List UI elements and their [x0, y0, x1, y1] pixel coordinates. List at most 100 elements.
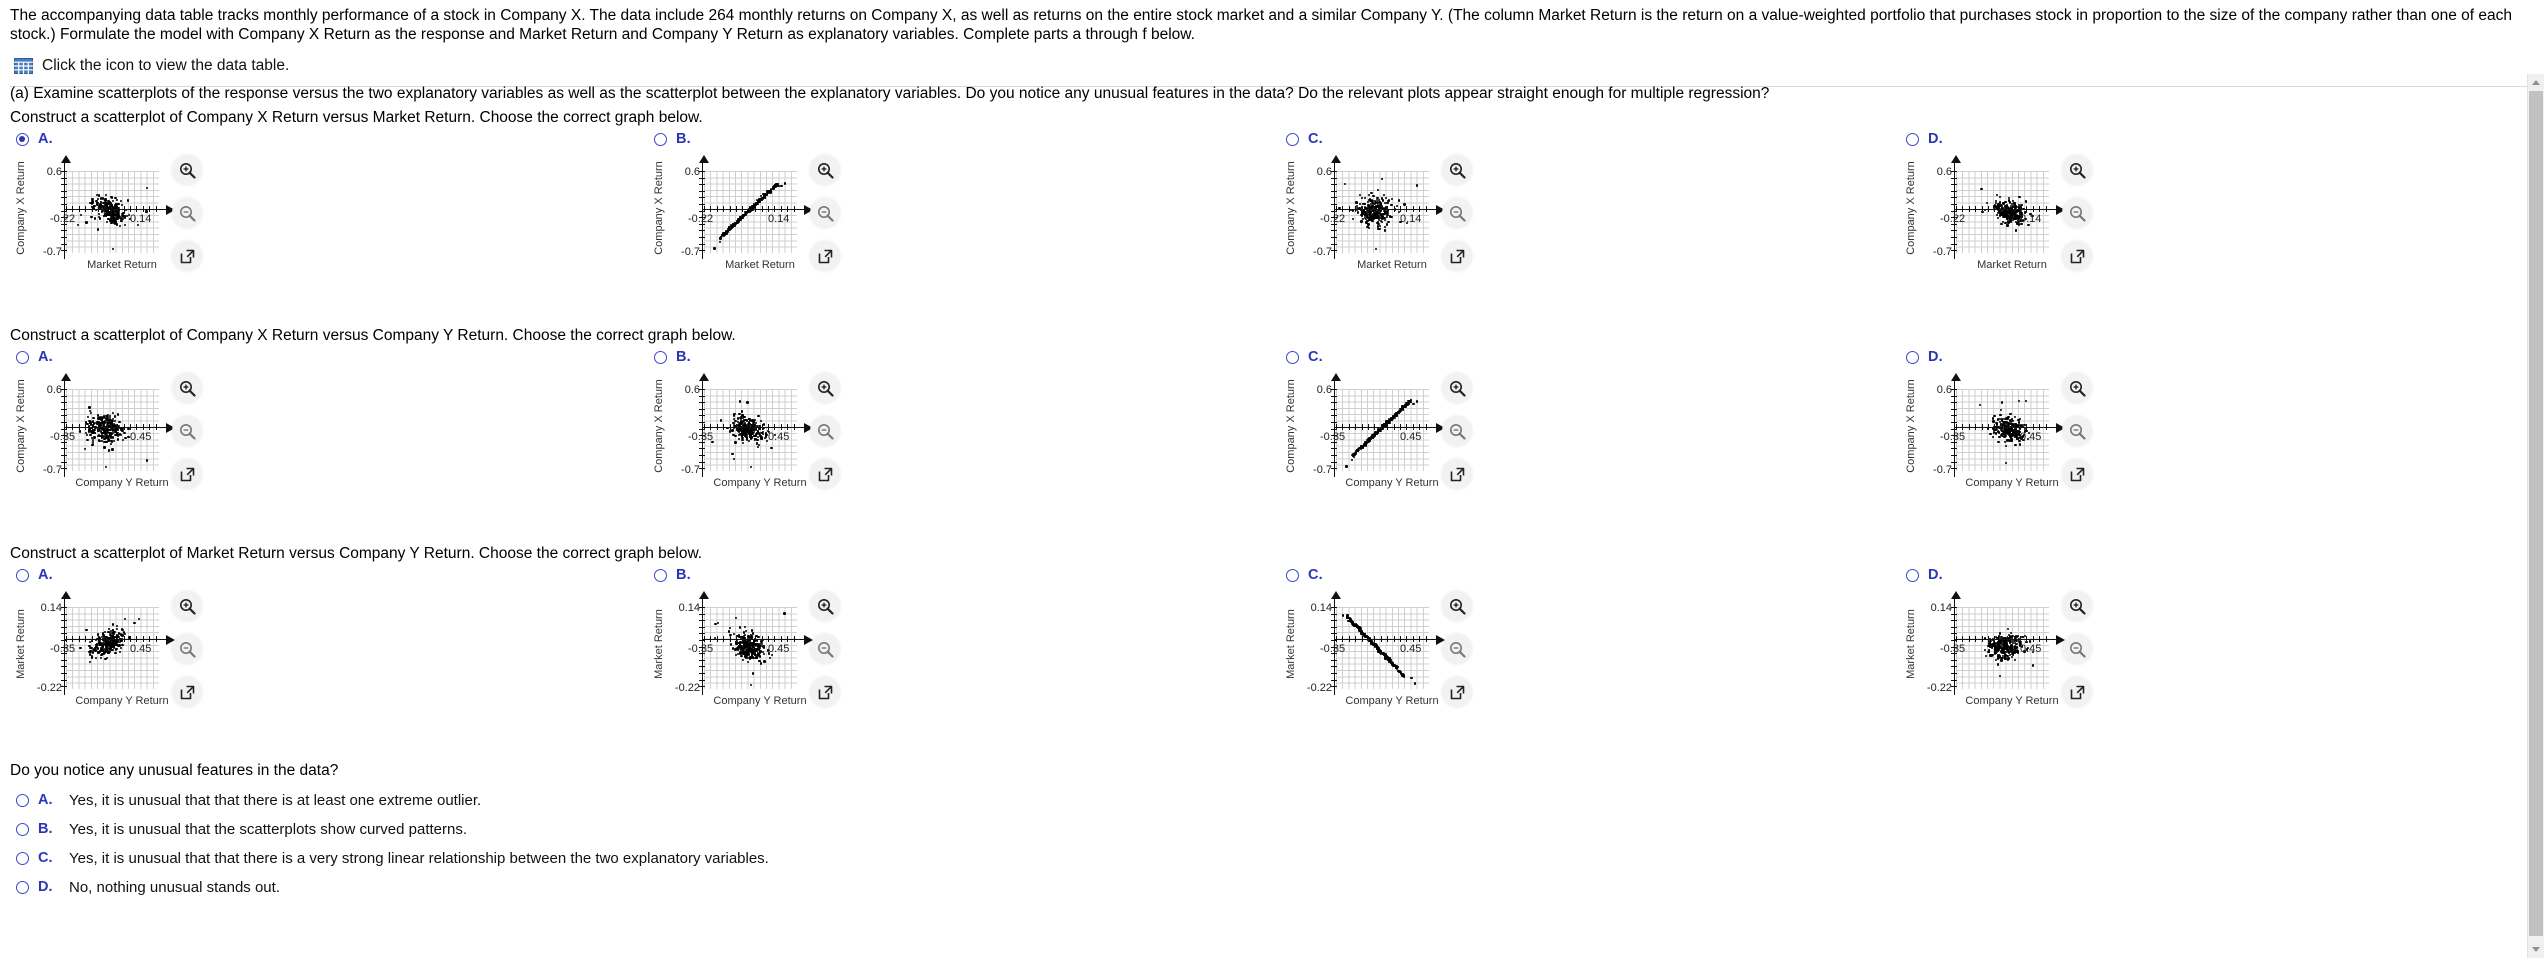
scroll-up-button[interactable]	[2528, 74, 2544, 91]
option-b-group-1[interactable]: B. Company X Return 0.6 -0.7 -0.35 0.45 Compan…	[648, 346, 1268, 544]
zoom-out-button[interactable]	[1442, 198, 1472, 228]
scatterplot: Company X Return 0.6 -0.7 -0.35 0.45 Company …	[1284, 373, 1584, 489]
zoom-in-button[interactable]	[172, 373, 202, 403]
answer-option-a[interactable]: A. Yes, it is unusual that that there is …	[10, 792, 2518, 809]
radio-b[interactable]	[654, 568, 667, 582]
zoom-out-button[interactable]	[2062, 416, 2092, 446]
radio-c[interactable]	[1286, 132, 1299, 146]
answer-text: Yes, it is unusual that that there is a …	[69, 850, 769, 867]
zoom-out-button[interactable]	[1442, 416, 1472, 446]
zoom-out-button[interactable]	[810, 198, 840, 228]
option-a-group-1[interactable]: A. Company X Return 0.6 -0.7 -0.35 0.45 Compan…	[10, 346, 630, 544]
option-header[interactable]: B.	[648, 564, 1268, 586]
y-tick-top: 0.6	[1316, 384, 1332, 396]
radio-a[interactable]	[16, 132, 29, 146]
x-tick-right: 0.45	[768, 642, 790, 655]
option-header[interactable]: D.	[1900, 346, 2520, 368]
radio-c[interactable]	[1286, 568, 1299, 582]
open-in-new-window-button[interactable]	[810, 677, 840, 707]
option-b-group-0[interactable]: B. Company X Return 0.6 -0.7 -0.22 0.14 Market…	[648, 128, 1268, 326]
answer-letter: D.	[38, 879, 53, 895]
option-d-group-2[interactable]: D. Market Return 0.14 -0.22 -0.35 0.45 Company…	[1900, 564, 2520, 762]
radio-d[interactable]	[1906, 132, 1919, 146]
zoom-in-button[interactable]	[1442, 591, 1472, 621]
option-header[interactable]: A.	[10, 346, 630, 368]
option-header[interactable]: A.	[10, 564, 630, 586]
option-header[interactable]: A.	[10, 128, 630, 150]
zoom-in-button[interactable]	[2062, 155, 2092, 185]
open-in-new-window-button[interactable]	[2062, 677, 2092, 707]
open-in-new-window-button[interactable]	[1442, 241, 1472, 271]
zoom-in-button[interactable]	[2062, 591, 2092, 621]
zoom-out-button[interactable]	[1442, 634, 1472, 664]
zoom-out-button[interactable]	[172, 634, 202, 664]
option-c-group-0[interactable]: C. Company X Return 0.6 -0.7 -0.22 0.14 Market…	[1280, 128, 1900, 326]
radio-d[interactable]	[1906, 350, 1919, 364]
option-header[interactable]: D.	[1900, 128, 2520, 150]
zoom-in-button[interactable]	[1442, 155, 1472, 185]
open-in-new-window-button[interactable]	[1442, 677, 1472, 707]
radio-c[interactable]	[1286, 350, 1299, 364]
radio-answer-d[interactable]	[16, 881, 29, 894]
option-header[interactable]: D.	[1900, 564, 2520, 586]
open-in-new-window-button[interactable]	[172, 241, 202, 271]
option-header[interactable]: B.	[648, 346, 1268, 368]
open-in-new-window-button[interactable]	[1442, 459, 1472, 489]
open-in-new-window-button[interactable]	[2062, 241, 2092, 271]
radio-d[interactable]	[1906, 568, 1919, 582]
option-letter: D.	[1928, 131, 1943, 147]
option-d-group-1[interactable]: D. Company X Return 0.6 -0.7 -0.35 0.45 Compan…	[1900, 346, 2520, 544]
radio-b[interactable]	[654, 132, 667, 146]
plot-controls	[172, 591, 216, 720]
y-tick-top: 0.14	[1930, 602, 1952, 614]
option-a-group-2[interactable]: A. Market Return 0.14 -0.22 -0.35 0.45 Company…	[10, 564, 630, 762]
zoom-in-button[interactable]	[810, 373, 840, 403]
option-c-group-2[interactable]: C. Market Return 0.14 -0.22 -0.35 0.45 Company…	[1280, 564, 1900, 762]
radio-answer-b[interactable]	[16, 823, 29, 836]
zoom-in-button[interactable]	[1442, 373, 1472, 403]
option-header[interactable]: C.	[1280, 346, 1900, 368]
data-table-link[interactable]: Click the icon to view the data table.	[10, 56, 2534, 75]
zoom-out-button[interactable]	[172, 198, 202, 228]
zoom-out-button[interactable]	[2062, 198, 2092, 228]
zoom-out-button[interactable]	[810, 634, 840, 664]
zoom-out-button[interactable]	[2062, 634, 2092, 664]
open-in-new-window-button[interactable]	[2062, 459, 2092, 489]
option-header[interactable]: C.	[1280, 564, 1900, 586]
zoom-out-button[interactable]	[172, 416, 202, 446]
open-in-new-window-button[interactable]	[810, 459, 840, 489]
y-tick-top: 0.14	[40, 602, 62, 614]
open-in-new-window-button[interactable]	[172, 677, 202, 707]
scrollbar-thumb[interactable]	[2529, 91, 2543, 936]
answer-option-c[interactable]: C. Yes, it is unusual that that there is …	[10, 850, 2518, 867]
radio-a[interactable]	[16, 568, 29, 582]
radio-answer-a[interactable]	[16, 794, 29, 807]
open-in-new-window-icon	[2070, 467, 2084, 481]
zoom-in-button[interactable]	[172, 155, 202, 185]
option-a-group-0[interactable]: A. Company X Return 0.6 -0.7 -0.22 0.14 Market…	[10, 128, 630, 326]
part-a-prompt: (a) Examine scatterplots of the response…	[10, 85, 1770, 102]
vertical-scrollbar[interactable]	[2527, 74, 2544, 958]
option-header[interactable]: C.	[1280, 128, 1900, 150]
zoom-out-icon	[179, 641, 196, 658]
answer-option-b[interactable]: B. Yes, it is unusual that the scatterplo…	[10, 821, 2518, 838]
radio-a[interactable]	[16, 350, 29, 364]
plot-controls	[2062, 373, 2106, 502]
zoom-in-button[interactable]	[810, 591, 840, 621]
option-letter: B.	[676, 131, 691, 147]
open-in-new-window-button[interactable]	[172, 459, 202, 489]
open-in-new-window-icon	[180, 685, 194, 699]
option-header[interactable]: B.	[648, 128, 1268, 150]
radio-answer-c[interactable]	[16, 852, 29, 865]
zoom-out-button[interactable]	[810, 416, 840, 446]
zoom-in-button[interactable]	[810, 155, 840, 185]
option-b-group-2[interactable]: B. Market Return 0.14 -0.22 -0.35 0.45 Company…	[648, 564, 1268, 762]
zoom-in-button[interactable]	[2062, 373, 2092, 403]
scroll-down-button[interactable]	[2528, 941, 2544, 958]
radio-b[interactable]	[654, 350, 667, 364]
option-d-group-0[interactable]: D. Company X Return 0.6 -0.7 -0.22 0.14 Market…	[1900, 128, 2520, 326]
zoom-in-button[interactable]	[172, 591, 202, 621]
answer-option-d[interactable]: D. No, nothing unusual stands out.	[10, 879, 2518, 896]
option-c-group-1[interactable]: C. Company X Return 0.6 -0.7 -0.35 0.45 Compan…	[1280, 346, 1900, 544]
open-in-new-window-button[interactable]	[810, 241, 840, 271]
